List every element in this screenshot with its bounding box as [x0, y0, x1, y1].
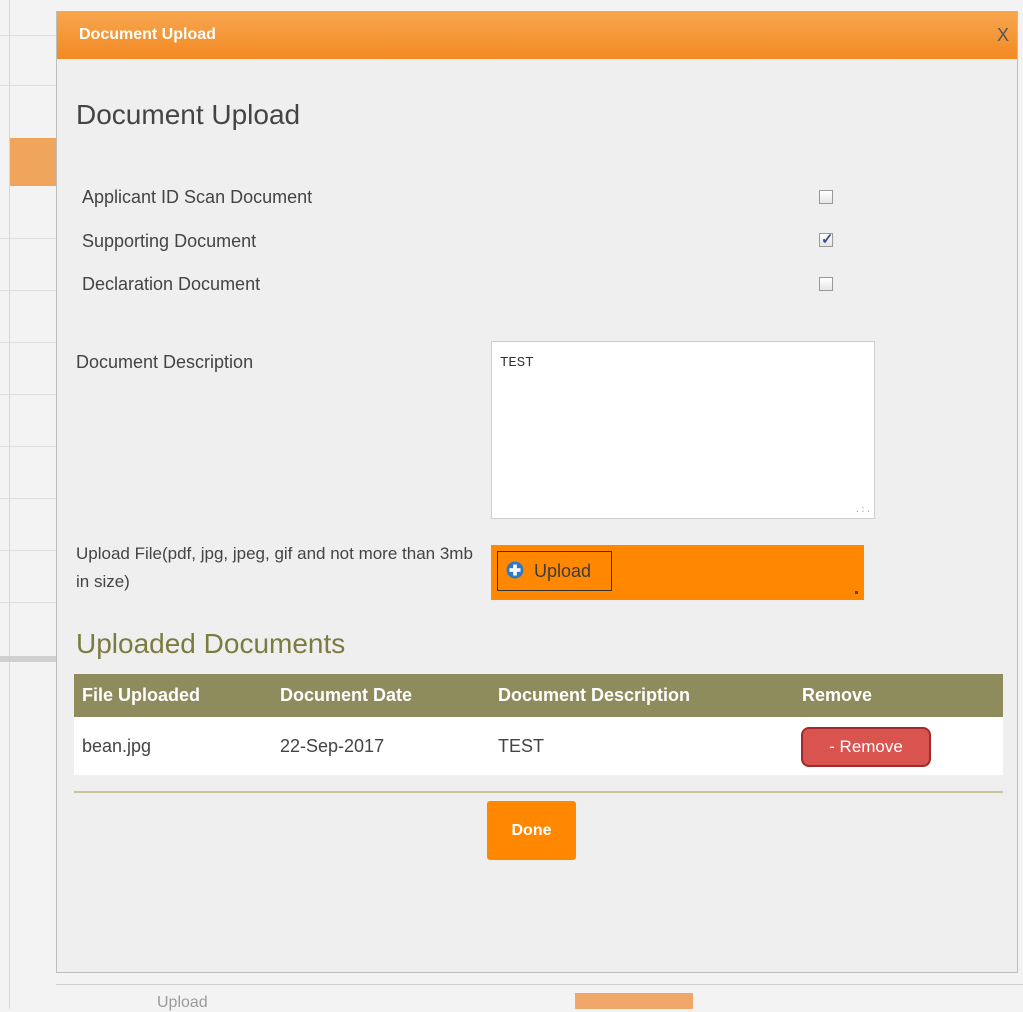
- background-row-divider: [0, 342, 56, 343]
- table-header: File Uploaded Document Date Document Des…: [74, 674, 1003, 717]
- background-row-divider: [0, 35, 56, 36]
- done-button[interactable]: Done: [487, 801, 576, 860]
- resize-grip-icon[interactable]: .:.: [855, 506, 871, 515]
- upload-dropzone: Upload: [491, 545, 864, 600]
- background-row-divider: [0, 498, 56, 499]
- table-divider: [74, 791, 1003, 793]
- background-row-divider: [0, 238, 56, 239]
- description-label: Document Description: [76, 352, 254, 372]
- background-row-divider: [0, 602, 56, 603]
- close-icon[interactable]: X: [997, 25, 1009, 46]
- checkbox-applicant-id[interactable]: [819, 190, 833, 204]
- checkbox-supporting[interactable]: [819, 230, 834, 248]
- uploaded-documents-title: Uploaded Documents: [76, 628, 346, 659]
- modal-titlebar: Document Upload X: [57, 11, 1017, 59]
- background-row-divider: [0, 394, 56, 395]
- background-upload-text: Upload: [157, 994, 208, 1011]
- plus-icon: [506, 561, 524, 579]
- document-upload-modal: Document Upload X Document Upload Applic…: [56, 11, 1018, 973]
- background-row-divider: [0, 446, 56, 447]
- checkbox-label-supporting: Supporting Document: [82, 231, 257, 251]
- column-header-remove: Remove: [802, 685, 873, 705]
- cell-file: bean.jpg: [82, 736, 152, 756]
- column-header-description: Document Description: [498, 685, 691, 705]
- checkbox-declaration[interactable]: [819, 277, 833, 291]
- remove-button[interactable]: - Remove: [801, 727, 931, 767]
- background-button: [575, 993, 693, 1009]
- upload-file-label: Upload File(pdf, jpg, jpeg, gif and not …: [76, 544, 473, 591]
- background-row-divider: [0, 85, 56, 86]
- background-divider: [0, 656, 56, 662]
- description-textarea[interactable]: TEST .:.: [491, 341, 875, 519]
- column-header-date: Document Date: [280, 685, 413, 705]
- upload-indicator: [855, 591, 858, 594]
- background-footer-divider: [56, 984, 1023, 985]
- upload-button-label: Upload: [534, 561, 592, 581]
- modal-title: Document Upload: [79, 26, 216, 43]
- column-header-file: File Uploaded: [82, 685, 201, 705]
- upload-button[interactable]: Upload: [497, 551, 612, 591]
- background-row-divider: [0, 290, 56, 291]
- background-active-item: [10, 138, 56, 186]
- background-row-divider: [0, 550, 56, 551]
- checkbox-label-declaration: Declaration Document: [82, 274, 261, 294]
- page-title: Document Upload: [76, 99, 301, 130]
- checkbox-label-applicant-id: Applicant ID Scan Document: [82, 187, 313, 207]
- description-value: TEST: [500, 355, 534, 371]
- table-row: bean.jpg 22-Sep-2017 TEST - Remove: [74, 717, 1003, 775]
- cell-description: TEST: [498, 736, 545, 756]
- cell-date: 22-Sep-2017: [280, 736, 385, 756]
